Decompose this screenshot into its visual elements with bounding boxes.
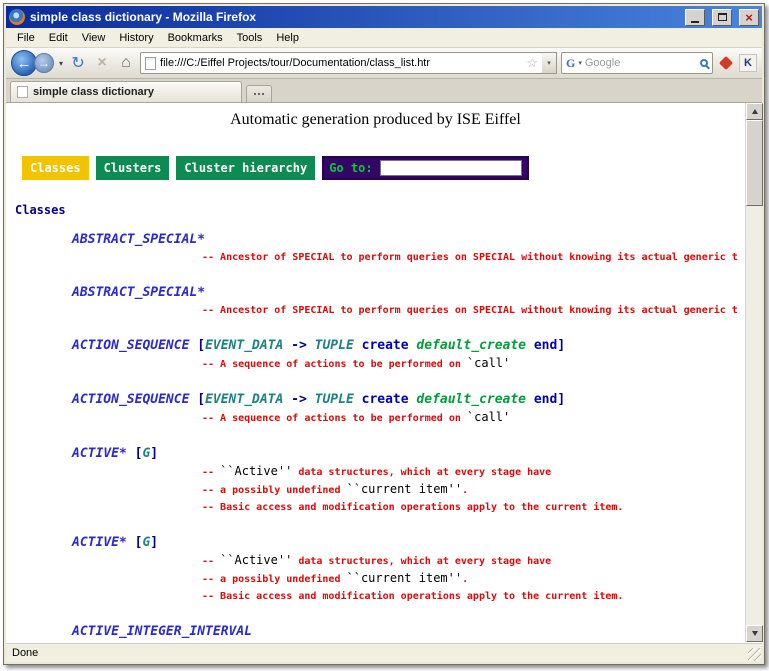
goto-label: Go to: <box>329 161 372 175</box>
navigation-toolbar: ← → ▾ ↻ × ⌂ file:///C:/Eiffel Projects/t… <box>6 48 762 79</box>
minimize-icon <box>691 21 699 23</box>
menu-view[interactable]: View <box>75 30 113 46</box>
home-icon[interactable]: ⌂ <box>116 54 136 72</box>
url-dropdown-button[interactable]: ▾ <box>542 52 557 74</box>
bookmark-star-icon[interactable]: ☆ <box>526 55 538 71</box>
search-engine-dropdown-icon[interactable]: ▾ <box>578 59 582 67</box>
url-bar[interactable]: file:///C:/Eiffel Projects/tour/Document… <box>140 52 543 74</box>
class-comment: -- ``Active'' data structures, which at … <box>202 552 745 570</box>
search-input[interactable]: Google <box>585 57 697 69</box>
refresh-icon[interactable]: ↻ <box>68 53 88 73</box>
search-bar[interactable]: G ▾ Google <box>561 52 713 74</box>
history-dropdown-icon[interactable]: ▾ <box>58 59 64 68</box>
menu-tools[interactable]: Tools <box>230 30 270 46</box>
tab-overflow-button[interactable] <box>246 85 272 102</box>
forward-button[interactable]: → <box>34 53 54 73</box>
status-text: Done <box>12 647 38 659</box>
class-signature-link[interactable]: ACTIVE* [G] <box>72 445 745 463</box>
class-entry: ACTIVE* [G]-- ``Active'' data structures… <box>6 534 745 605</box>
maximize-button[interactable] <box>712 9 732 26</box>
minimize-button[interactable] <box>685 9 705 26</box>
class-signature-link[interactable]: ABSTRACT_SPECIAL* <box>72 231 745 249</box>
tab-simple-class-dictionary[interactable]: simple class dictionary <box>10 81 242 102</box>
class-signature-link[interactable]: ACTIVE_INTEGER_INTERVAL <box>72 623 745 641</box>
scrollbar-thumb[interactable] <box>746 120 763 206</box>
firefox-icon <box>9 9 25 25</box>
class-signature-link[interactable]: ACTION_SEQUENCE [EVENT_DATA -> TUPLE cre… <box>72 391 745 409</box>
class-comment: -- Basic access and modification operati… <box>202 499 745 516</box>
tab-bar: simple class dictionary <box>6 79 762 103</box>
class-entry: ACTIVE* [G]-- ``Active'' data structures… <box>6 445 745 516</box>
class-signature-link[interactable]: ABSTRACT_SPECIAL* <box>72 284 745 302</box>
tab-page-icon <box>17 86 28 98</box>
addon-icon-k[interactable]: K <box>739 54 757 72</box>
class-entries: ABSTRACT_SPECIAL*-- Ancestor of SPECIAL … <box>6 231 745 641</box>
class-entry: ABSTRACT_SPECIAL*-- Ancestor of SPECIAL … <box>6 231 745 266</box>
search-magnifier-icon[interactable] <box>700 59 708 67</box>
addon-icon-red[interactable] <box>717 54 735 72</box>
class-signature-link[interactable]: ACTIVE* [G] <box>72 534 745 552</box>
scroll-down-icon <box>752 631 758 636</box>
url-text[interactable]: file:///C:/Eiffel Projects/tour/Document… <box>160 57 522 69</box>
menu-bar: File Edit View History Bookmarks Tools H… <box>6 28 762 48</box>
menu-edit[interactable]: Edit <box>42 30 75 46</box>
page-nav-buttons: Classes Clusters Cluster hierarchy Go to… <box>22 156 745 180</box>
class-signature-link[interactable]: ACTION_SEQUENCE [EVENT_DATA -> TUPLE cre… <box>72 337 745 355</box>
page-content: Automatic generation produced by ISE Eif… <box>6 103 745 642</box>
class-entry: ACTIVE_INTEGER_INTERVAL <box>6 623 745 641</box>
tab-overflow-icon <box>258 93 260 95</box>
class-comment: -- Ancestor of SPECIAL to perform querie… <box>202 249 745 266</box>
scroll-up-icon <box>752 109 758 114</box>
title-bar: simple class dictionary - Mozilla Firefo… <box>6 6 762 28</box>
goto-box: Go to: <box>322 156 528 180</box>
clusters-button[interactable]: Clusters <box>96 156 170 180</box>
status-bar: Done <box>6 642 762 662</box>
scroll-up-button[interactable] <box>746 103 763 120</box>
class-comment: -- Basic access and modification operati… <box>202 588 745 605</box>
menu-history[interactable]: History <box>112 30 160 46</box>
page-favicon <box>145 57 156 70</box>
goto-input[interactable] <box>380 160 522 176</box>
class-comment: -- Ancestor of SPECIAL to perform querie… <box>202 302 745 319</box>
menu-file[interactable]: File <box>10 30 42 46</box>
content-area: Automatic generation produced by ISE Eif… <box>6 103 762 642</box>
window-title: simple class dictionary - Mozilla Firefo… <box>30 10 678 24</box>
class-entry: ACTION_SEQUENCE [EVENT_DATA -> TUPLE cre… <box>6 337 745 373</box>
class-entry: ACTION_SEQUENCE [EVENT_DATA -> TUPLE cre… <box>6 391 745 427</box>
vertical-scrollbar[interactable] <box>745 103 762 642</box>
browser-window: simple class dictionary - Mozilla Firefo… <box>3 3 765 665</box>
class-comment: -- a possibly undefined ``current item''… <box>202 481 745 499</box>
stop-icon[interactable]: × <box>92 54 112 72</box>
scroll-down-button[interactable] <box>746 625 763 642</box>
class-comment: -- A sequence of actions to be performed… <box>202 355 745 373</box>
class-comment: -- a possibly undefined ``current item''… <box>202 570 745 588</box>
maximize-icon <box>718 13 727 21</box>
tab-label: simple class dictionary <box>33 86 154 98</box>
class-entry: ABSTRACT_SPECIAL*-- Ancestor of SPECIAL … <box>6 284 745 319</box>
cluster-hierarchy-button[interactable]: Cluster hierarchy <box>176 156 315 180</box>
section-title: Classes <box>15 203 745 217</box>
google-logo-icon: G <box>566 56 575 71</box>
close-button[interactable]: × <box>739 9 759 26</box>
class-comment: -- ``Active'' data structures, which at … <box>202 463 745 481</box>
menu-help[interactable]: Help <box>269 30 306 46</box>
menu-bookmarks[interactable]: Bookmarks <box>161 30 230 46</box>
classes-button[interactable]: Classes <box>22 156 89 180</box>
class-comment: -- A sequence of actions to be performed… <box>202 409 745 427</box>
resize-grip[interactable] <box>748 648 761 661</box>
page-title: Automatic generation produced by ISE Eif… <box>6 111 745 129</box>
